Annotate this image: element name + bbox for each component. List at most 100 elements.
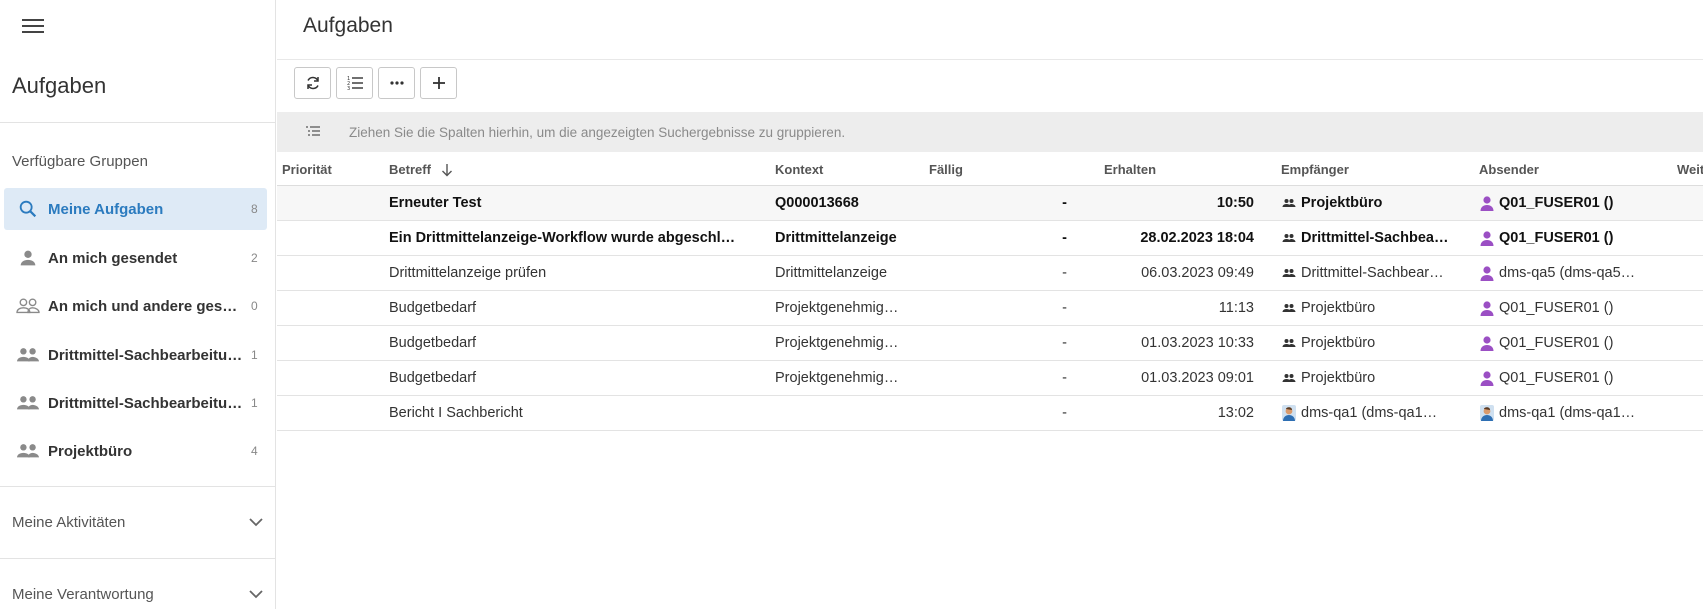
- count-badge: 8: [251, 202, 258, 216]
- sidebar-item-projektbuero[interactable]: Projektbüro 4: [4, 430, 267, 472]
- sidebar-item-an-mich-gesendet[interactable]: An mich gesendet 2: [4, 237, 267, 279]
- cell-absender: Q01_FUSER01 (): [1479, 300, 1649, 316]
- cell-faellig: -: [1062, 370, 1067, 386]
- cell-faellig: -: [1062, 230, 1067, 246]
- group-icon: [1281, 300, 1297, 316]
- cell-absender: dms-qa5 (dms-qa5…: [1479, 265, 1649, 281]
- column-header-betreff[interactable]: Betreff: [389, 162, 453, 177]
- user-icon: [1479, 370, 1495, 386]
- cell-absender: dms-qa1 (dms-qa1…: [1479, 405, 1649, 421]
- sender-name: dms-qa1 (dms-qa1…: [1499, 405, 1636, 421]
- numbered-list-icon: 123: [347, 76, 363, 91]
- cell-faellig: -: [1062, 195, 1067, 211]
- recipient-name: Projektbüro: [1301, 335, 1376, 351]
- sidebar-item-meine-aufgaben[interactable]: Meine Aufgaben 8: [4, 188, 267, 230]
- group-icon: [4, 392, 48, 414]
- group-drop-zone[interactable]: Ziehen Sie die Spalten hierhin, um die a…: [277, 112, 1703, 152]
- cell-faellig: -: [1062, 300, 1067, 316]
- cell-kontext: Drittmittelanzeige: [775, 265, 888, 281]
- user-icon: [1479, 230, 1495, 246]
- cell-erhalten: 01.03.2023 09:01: [1141, 370, 1254, 386]
- more-button[interactable]: [378, 67, 415, 99]
- cell-empfaenger: dms-qa1 (dms-qa1…: [1281, 405, 1451, 421]
- sender-name: Q01_FUSER01 (): [1499, 230, 1614, 246]
- group-icon: [1281, 265, 1297, 281]
- group-icon: [1281, 370, 1297, 386]
- cell-empfaenger: Projektbüro: [1281, 195, 1451, 211]
- sidebar-item-label: Projektbüro: [48, 442, 133, 460]
- column-label: Betreff: [389, 162, 431, 177]
- cell-erhalten: 06.03.2023 09:49: [1141, 265, 1254, 281]
- cell-faellig: -: [1062, 265, 1067, 281]
- cell-empfaenger: Projektbüro: [1281, 370, 1451, 386]
- sender-name: Q01_FUSER01 (): [1499, 195, 1614, 211]
- menu-icon[interactable]: [22, 16, 46, 36]
- recipient-name: Projektbüro: [1301, 300, 1376, 316]
- page-title: Aufgaben: [303, 14, 393, 37]
- column-header-empfaenger[interactable]: Empfänger: [1281, 162, 1349, 177]
- cell-absender: Q01_FUSER01 (): [1479, 230, 1649, 246]
- table-row[interactable]: Ein Drittmittelanzeige-Workflow wurde ab…: [277, 221, 1703, 256]
- count-badge: 1: [251, 396, 258, 410]
- divider: [277, 59, 1703, 60]
- cell-erhalten: 10:50: [1216, 195, 1254, 211]
- recipient-name: Projektbüro: [1301, 370, 1376, 386]
- group-icon: [4, 344, 48, 366]
- column-header-absender[interactable]: Absender: [1479, 162, 1539, 177]
- cell-erhalten: 11:13: [1218, 300, 1254, 316]
- section-label: Meine Aktivitäten: [12, 513, 126, 531]
- sidebar-item-drittmittel-2[interactable]: Drittmittel-Sachbearbeitu… 1: [4, 382, 267, 424]
- cell-empfaenger: Projektbüro: [1281, 300, 1451, 316]
- sender-name: dms-qa5 (dms-qa5…: [1499, 265, 1636, 281]
- table-row[interactable]: Drittmittelanzeige prüfen Drittmittelanze…: [277, 256, 1703, 291]
- column-header-faellig[interactable]: Fällig: [929, 162, 963, 177]
- cell-faellig: -: [1062, 405, 1067, 421]
- section-label: Meine Verantwortung: [12, 585, 154, 603]
- numbered-list-button[interactable]: 123: [336, 67, 373, 99]
- column-header-weitere[interactable]: Weit: [1677, 162, 1703, 177]
- refresh-button[interactable]: [294, 67, 331, 99]
- section-meine-aktivitaeten[interactable]: Meine Aktivitäten: [0, 502, 276, 542]
- cell-absender: Q01_FUSER01 (): [1479, 370, 1649, 386]
- divider: [0, 558, 276, 559]
- table-row[interactable]: Bericht I Sachbericht - 13:02 dms-qa1 (dms-…: [277, 396, 1703, 431]
- search-icon: [4, 198, 48, 220]
- cell-kontext: Projektgenehmig…: [775, 335, 899, 351]
- group-icon: [1281, 230, 1297, 246]
- table-row[interactable]: Budgetbedarf Projektgenehmig… - 01.03.2023 …: [277, 326, 1703, 361]
- sidebar-item-an-mich-und-andere[interactable]: An mich und andere gese… 0: [4, 285, 267, 327]
- table-row[interactable]: Budgetbedarf Projektgenehmig… - 01.03.2023 …: [277, 361, 1703, 396]
- svg-text:3: 3: [347, 86, 350, 91]
- cell-empfaenger: Projektbüro: [1281, 335, 1451, 351]
- main-panel: Aufgaben 123 Ziehen Sie die Spalten hier…: [277, 0, 1703, 609]
- sidebar: Aufgaben Verfügbare Gruppen Meine Aufgab…: [0, 0, 276, 609]
- user-icon: [1479, 335, 1495, 351]
- column-header-kontext[interactable]: Kontext: [775, 162, 823, 177]
- user-icon: [1479, 265, 1495, 281]
- section-meine-verantwortung[interactable]: Meine Verantwortung: [0, 574, 276, 614]
- plus-icon: [432, 77, 445, 89]
- user-icon: [1479, 195, 1495, 211]
- chevron-down-icon: [236, 589, 276, 599]
- group-hint-text: Ziehen Sie die Spalten hierhin, um die a…: [349, 124, 846, 140]
- sidebar-item-label: Meine Aufgaben: [48, 200, 164, 218]
- cell-absender: Q01_FUSER01 (): [1479, 195, 1649, 211]
- cell-kontext: Projektgenehmig…: [775, 370, 899, 386]
- column-header-prioritaet[interactable]: Priorität: [282, 162, 332, 177]
- divider: [0, 486, 276, 487]
- table-row[interactable]: Erneuter Test Q000013668 - 10:50 Projektbüro…: [277, 186, 1703, 221]
- cell-betreff: Budgetbedarf: [389, 370, 477, 386]
- cell-betreff: Erneuter Test: [389, 195, 482, 211]
- sort-descending-icon: [441, 163, 452, 176]
- count-badge: 2: [251, 251, 258, 265]
- sidebar-item-label: Drittmittel-Sachbearbeitu…: [48, 346, 243, 364]
- people-outline-icon: [4, 295, 48, 317]
- column-header-erhalten[interactable]: Erhalten: [1104, 162, 1156, 177]
- table-row[interactable]: Budgetbedarf Projektgenehmig… - 11:13 Projek…: [277, 291, 1703, 326]
- recipient-name: dms-qa1 (dms-qa1…: [1301, 405, 1438, 421]
- sidebar-item-drittmittel-1[interactable]: Drittmittel-Sachbearbeitu… 1: [4, 334, 267, 376]
- cell-empfaenger: Drittmittel-Sachbear…: [1281, 265, 1451, 281]
- add-button[interactable]: [420, 67, 457, 99]
- sidebar-item-label: Drittmittel-Sachbearbeitu…: [48, 394, 243, 412]
- groups-heading: Verfügbare Gruppen: [12, 153, 148, 170]
